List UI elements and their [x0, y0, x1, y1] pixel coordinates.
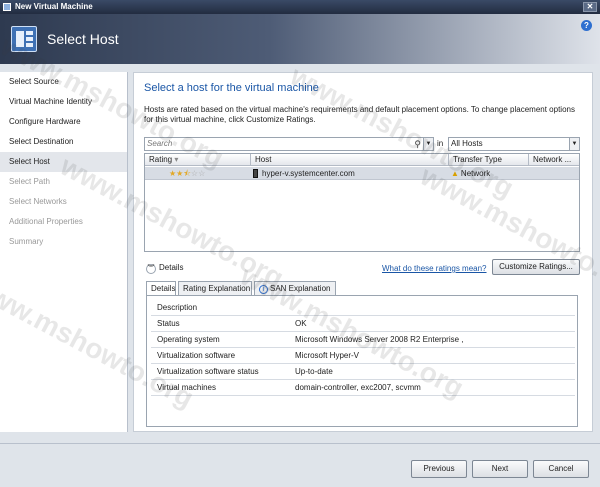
detail-row: Description — [151, 300, 575, 316]
next-button[interactable]: Next — [472, 460, 528, 478]
nav-item-select-host[interactable]: Select Host — [0, 152, 127, 172]
detail-row: Virtualization software Microsoft Hyper-V — [151, 348, 575, 364]
section-heading: Select a host for the virtual machine — [144, 82, 319, 94]
main-panel: Select a host for the virtual machine Ho… — [133, 72, 593, 432]
tab-san-explanation[interactable]: i SAN Explanation — [254, 281, 336, 295]
column-host[interactable]: Host — [251, 154, 449, 166]
nav-item-summary: Summary — [9, 237, 44, 246]
details-panel: Description Status OK Operating system Mic… — [146, 295, 578, 427]
detail-row: Virtual machines domain-controller, exc20… — [151, 380, 575, 396]
host-scope-select[interactable]: All Hosts ▼ — [448, 137, 580, 151]
nav-item-select-path: Select Path — [9, 177, 50, 186]
help-icon[interactable]: ? — [581, 20, 592, 31]
details-toggle[interactable]: ︾ Details — [146, 263, 183, 274]
search-dropdown-icon[interactable]: ▼ — [423, 138, 433, 150]
cancel-button[interactable]: Cancel — [533, 460, 589, 478]
nav-item-select-networks: Select Networks — [9, 197, 67, 206]
nav-item-additional-properties: Additional Properties — [9, 217, 83, 226]
search-icon[interactable]: ⚲ — [414, 138, 421, 150]
previous-button[interactable]: Previous — [411, 460, 467, 478]
search-placeholder: Search — [147, 139, 173, 148]
nav-item-select-destination[interactable]: Select Destination — [0, 132, 127, 152]
section-description: Hosts are rated based on the virtual mac… — [144, 105, 575, 124]
detail-row: Virtualization software status Up-to-date — [151, 364, 575, 380]
rating-stars-icon: ★★⯪☆☆ — [169, 169, 206, 178]
column-rating[interactable]: Rating ▾ — [145, 154, 251, 166]
nav-item-select-source[interactable]: Select Source — [0, 72, 127, 92]
column-network[interactable]: Network ... — [529, 154, 579, 166]
chevron-down-icon[interactable]: ︾ — [146, 264, 156, 274]
detail-row: Status OK — [151, 316, 575, 332]
close-icon[interactable]: ✕ — [583, 2, 597, 12]
app-icon — [3, 3, 11, 11]
host-icon — [11, 26, 37, 52]
header-banner: Select Host ? — [0, 14, 600, 64]
warning-icon: ▲ — [451, 169, 459, 178]
column-transfer-type[interactable]: Transfer Type — [449, 154, 529, 166]
window-title-bar: New Virtual Machine ✕ — [0, 0, 600, 14]
tab-details[interactable]: Details — [146, 281, 176, 296]
grid-header: Rating ▾ Host Transfer Type Network ... — [145, 154, 579, 166]
window-title: New Virtual Machine — [15, 2, 93, 11]
info-icon: i — [259, 285, 268, 294]
detail-row: Operating system Microsoft Windows Server… — [151, 332, 575, 348]
transfer-type-cell: ▲ Network — [451, 169, 491, 178]
customize-ratings-button[interactable]: Customize Ratings... — [492, 259, 580, 275]
host-scope-value: All Hosts — [451, 139, 483, 148]
tab-rating-explanation[interactable]: Rating Explanation — [178, 281, 252, 295]
host-grid: Rating ▾ Host Transfer Type Network ... … — [144, 153, 580, 252]
table-row[interactable]: ★★⯪☆☆ hyper-v.systemcenter.com ▲ Network — [145, 167, 579, 180]
host-cell: hyper-v.systemcenter.com — [253, 167, 355, 180]
search-in-label: in — [437, 139, 444, 148]
chevron-down-icon[interactable]: ▼ — [569, 138, 579, 150]
nav-item-vm-identity[interactable]: Virtual Machine Identity — [0, 92, 127, 112]
search-input[interactable]: Search ⚲ ▼ — [144, 137, 434, 151]
ratings-help-link[interactable]: What do these ratings mean? — [382, 264, 487, 273]
wizard-nav: Select Source Virtual Machine Identity C… — [0, 72, 128, 432]
page-title: Select Host — [47, 31, 119, 47]
server-icon — [253, 169, 258, 179]
nav-item-configure-hardware[interactable]: Configure Hardware — [0, 112, 127, 132]
footer-divider — [0, 443, 600, 444]
